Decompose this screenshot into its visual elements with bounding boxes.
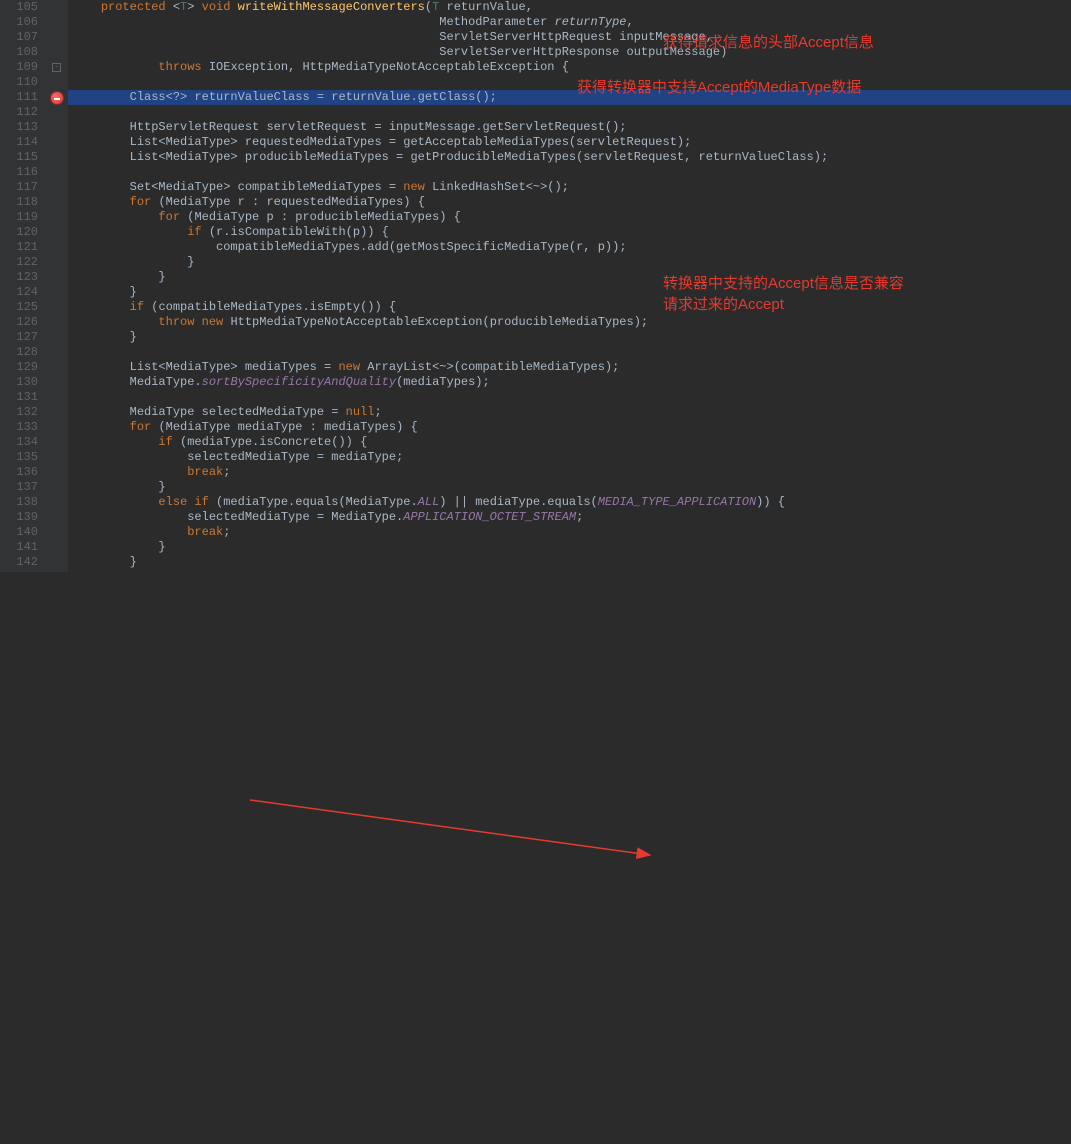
code-line[interactable]: Set<MediaType> compatibleMediaTypes = ne… bbox=[68, 180, 1071, 195]
line-number: 117 bbox=[0, 180, 38, 195]
line-number: 129 bbox=[0, 360, 38, 375]
code-line[interactable] bbox=[68, 75, 1071, 90]
line-number: 110 bbox=[0, 75, 38, 90]
line-number: 142 bbox=[0, 555, 38, 570]
line-number: 120 bbox=[0, 225, 38, 240]
line-number: 133 bbox=[0, 420, 38, 435]
code-line[interactable]: selectedMediaType = mediaType; bbox=[68, 450, 1071, 465]
line-number: 119 bbox=[0, 210, 38, 225]
code-editor[interactable]: 1051061071081091101111121131141151161171… bbox=[0, 0, 1071, 572]
code-line[interactable]: ServletServerHttpResponse outputMessage) bbox=[68, 45, 1071, 60]
line-number: 138 bbox=[0, 495, 38, 510]
line-number: 132 bbox=[0, 405, 38, 420]
line-number: 141 bbox=[0, 540, 38, 555]
code-area[interactable]: protected <T> void writeWithMessageConve… bbox=[68, 0, 1071, 572]
marker-gutter: - bbox=[48, 0, 68, 572]
line-number: 128 bbox=[0, 345, 38, 360]
code-line[interactable]: compatibleMediaTypes.add(getMostSpecific… bbox=[68, 240, 1071, 255]
code-line[interactable]: for (MediaType mediaType : mediaTypes) { bbox=[68, 420, 1071, 435]
line-number: 118 bbox=[0, 195, 38, 210]
code-line[interactable]: } bbox=[68, 330, 1071, 345]
line-number: 116 bbox=[0, 165, 38, 180]
code-line[interactable]: break; bbox=[68, 525, 1071, 540]
line-number: 134 bbox=[0, 435, 38, 450]
line-number: 109 bbox=[0, 60, 38, 75]
code-line[interactable]: } bbox=[68, 480, 1071, 495]
line-number: 113 bbox=[0, 120, 38, 135]
code-line[interactable]: } bbox=[68, 270, 1071, 285]
code-line[interactable]: ServletServerHttpRequest inputMessage, bbox=[68, 30, 1071, 45]
code-line[interactable]: List<MediaType> requestedMediaTypes = ge… bbox=[68, 135, 1071, 150]
line-number: 131 bbox=[0, 390, 38, 405]
code-line[interactable]: break; bbox=[68, 465, 1071, 480]
fold-icon[interactable]: - bbox=[52, 63, 61, 72]
code-line[interactable] bbox=[68, 105, 1071, 120]
line-number: 126 bbox=[0, 315, 38, 330]
line-number: 135 bbox=[0, 450, 38, 465]
code-line[interactable]: selectedMediaType = MediaType.APPLICATIO… bbox=[68, 510, 1071, 525]
line-number: 127 bbox=[0, 330, 38, 345]
line-number: 111 bbox=[0, 90, 38, 105]
line-number: 136 bbox=[0, 465, 38, 480]
line-number: 107 bbox=[0, 30, 38, 45]
code-line[interactable]: MediaType.sortBySpecificityAndQuality(me… bbox=[68, 375, 1071, 390]
code-line[interactable]: } bbox=[68, 255, 1071, 270]
annotation-arrow bbox=[0, 572, 1071, 1144]
code-line[interactable]: MediaType selectedMediaType = null; bbox=[68, 405, 1071, 420]
line-number: 108 bbox=[0, 45, 38, 60]
line-number: 106 bbox=[0, 15, 38, 30]
line-number: 124 bbox=[0, 285, 38, 300]
line-number: 121 bbox=[0, 240, 38, 255]
line-number: 123 bbox=[0, 270, 38, 285]
error-marker-icon[interactable] bbox=[50, 91, 64, 105]
line-number: 122 bbox=[0, 255, 38, 270]
code-line[interactable]: HttpServletRequest servletRequest = inpu… bbox=[68, 120, 1071, 135]
code-line[interactable]: List<MediaType> producibleMediaTypes = g… bbox=[68, 150, 1071, 165]
code-line[interactable]: if (r.isCompatibleWith(p)) { bbox=[68, 225, 1071, 240]
line-number: 139 bbox=[0, 510, 38, 525]
code-line[interactable]: if (mediaType.isConcrete()) { bbox=[68, 435, 1071, 450]
code-line[interactable]: } bbox=[68, 285, 1071, 300]
code-line[interactable]: protected <T> void writeWithMessageConve… bbox=[68, 0, 1071, 15]
code-line[interactable]: else if (mediaType.equals(MediaType.ALL)… bbox=[68, 495, 1071, 510]
code-line[interactable]: for (MediaType r : requestedMediaTypes) … bbox=[68, 195, 1071, 210]
line-number: 112 bbox=[0, 105, 38, 120]
code-line[interactable]: for (MediaType p : producibleMediaTypes)… bbox=[68, 210, 1071, 225]
code-line[interactable] bbox=[68, 165, 1071, 180]
line-number: 105 bbox=[0, 0, 38, 15]
code-line[interactable]: if (compatibleMediaTypes.isEmpty()) { bbox=[68, 300, 1071, 315]
code-line[interactable] bbox=[68, 345, 1071, 360]
line-number: 130 bbox=[0, 375, 38, 390]
line-number: 114 bbox=[0, 135, 38, 150]
line-number-gutter: 1051061071081091101111121131141151161171… bbox=[0, 0, 48, 572]
line-number: 125 bbox=[0, 300, 38, 315]
code-line[interactable]: MethodParameter returnType, bbox=[68, 15, 1071, 30]
code-line[interactable]: throws IOException, HttpMediaTypeNotAcce… bbox=[68, 60, 1071, 75]
line-number: 140 bbox=[0, 525, 38, 540]
line-number: 115 bbox=[0, 150, 38, 165]
line-number: 137 bbox=[0, 480, 38, 495]
code-line[interactable]: } bbox=[68, 540, 1071, 555]
code-line[interactable]: } bbox=[68, 555, 1071, 570]
code-line[interactable]: Class<?> returnValueClass = returnValue.… bbox=[68, 90, 1071, 105]
code-line[interactable] bbox=[68, 390, 1071, 405]
code-line[interactable]: throw new HttpMediaTypeNotAcceptableExce… bbox=[68, 315, 1071, 330]
code-line[interactable]: List<MediaType> mediaTypes = new ArrayLi… bbox=[68, 360, 1071, 375]
